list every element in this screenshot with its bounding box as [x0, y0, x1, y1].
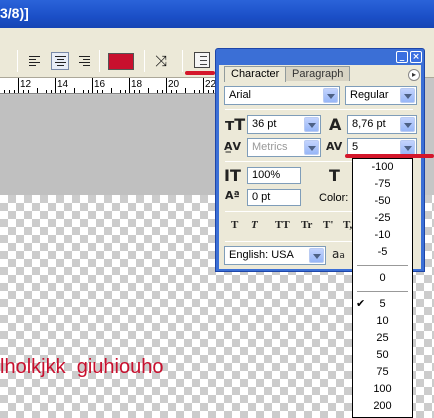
all-caps-button[interactable]: TT [275, 219, 290, 231]
antialias-icon: aa [332, 247, 345, 261]
kerning-icon: A̲V [224, 140, 242, 153]
font-style-select[interactable]: Regular [345, 86, 417, 105]
minimize-icon[interactable]: _ [396, 51, 408, 63]
chevron-down-icon[interactable] [309, 248, 324, 263]
kerning-select[interactable]: Metrics [247, 138, 321, 157]
chevron-down-icon[interactable] [304, 140, 319, 155]
window-title-bar: 3/8)] [0, 0, 434, 28]
ruler-label: 18 [131, 79, 143, 90]
options-separator [17, 50, 18, 72]
options-separator [99, 50, 100, 72]
chevron-down-icon[interactable] [323, 88, 338, 103]
canvas-pasteboard [0, 95, 222, 195]
warp-text-icon[interactable]: ⤨ [155, 52, 167, 70]
vertical-scale-icon: IT [224, 166, 241, 185]
align-right-button[interactable] [75, 52, 93, 70]
chevron-down-icon[interactable] [304, 117, 319, 132]
align-center-icon [55, 56, 66, 66]
leading-select[interactable]: 8,76 pt [347, 115, 417, 134]
tracking-option[interactable]: 100 [353, 381, 412, 398]
horizontal-ruler: 12 14 16 18 20 22 [0, 78, 222, 94]
subscript-button[interactable]: T, [343, 219, 352, 231]
ruler-label: 12 [20, 79, 32, 90]
baseline-shift-icon: Aª [225, 189, 240, 202]
dropdown-separator [357, 291, 408, 292]
small-caps-button[interactable]: Tr [301, 219, 312, 231]
tracking-dropdown-list: -100 -75 -50 -25 -10 -5 0 ✔ 5 10 25 50 7… [352, 158, 413, 418]
ruler-label: 14 [57, 79, 69, 90]
panel-separator [225, 109, 413, 110]
leading-value: 8,76 pt [352, 118, 386, 130]
color-label: Color: [319, 192, 349, 204]
baseline-shift-value: 0 pt [252, 191, 271, 203]
horizontal-scale-icon: T [329, 166, 340, 185]
language-value: English: USA [229, 249, 294, 261]
dropdown-separator [357, 265, 408, 266]
align-center-button[interactable] [51, 52, 69, 70]
align-left-button[interactable] [25, 52, 43, 70]
tracking-value: 5 [352, 141, 359, 153]
chevron-down-icon[interactable] [400, 140, 415, 155]
faux-bold-button[interactable]: T [231, 219, 238, 231]
tracking-option-selected[interactable]: 5 [353, 296, 412, 313]
chevron-down-icon[interactable] [400, 88, 415, 103]
tracking-option[interactable]: 0 [353, 270, 412, 287]
vertical-scale-value: 100% [252, 169, 281, 181]
superscript-button[interactable]: T' [323, 219, 333, 231]
tracking-option[interactable]: 75 [353, 364, 412, 381]
leading-icon: A [329, 115, 342, 134]
baseline-shift-field[interactable]: 0 pt [247, 189, 301, 206]
tracking-option[interactable]: 50 [353, 347, 412, 364]
align-left-icon [29, 56, 40, 66]
panel-menu-icon[interactable]: ▸ [408, 69, 420, 81]
tracking-option[interactable]: -75 [353, 176, 412, 193]
tab-character[interactable]: Character [224, 66, 287, 82]
font-size-select[interactable]: 36 pt [247, 115, 321, 134]
ruler-label: 16 [94, 79, 106, 90]
tracking-option[interactable]: -50 [353, 193, 412, 210]
window-title: 3/8)] [0, 5, 29, 21]
vertical-scale-field[interactable]: 100% [247, 167, 301, 184]
options-separator [182, 50, 183, 72]
font-style-value: Regular [350, 89, 389, 101]
palettes-toggle-icon[interactable] [194, 52, 210, 68]
options-dropdown-button[interactable] [0, 52, 8, 70]
language-select[interactable]: English: USA [224, 246, 326, 265]
faux-italic-button[interactable]: T [251, 219, 258, 231]
options-separator [144, 50, 145, 72]
tracking-option[interactable]: -25 [353, 210, 412, 227]
tracking-option[interactable]: 10 [353, 313, 412, 330]
font-family-select[interactable]: Arial [224, 86, 340, 105]
ruler-label: 20 [168, 79, 180, 90]
tracking-option[interactable]: 25 [353, 330, 412, 347]
font-family-value: Arial [229, 89, 252, 101]
text-color-swatch[interactable] [108, 53, 134, 70]
highlight-underline [185, 71, 215, 75]
ruler-ticks [4, 78, 214, 93]
tracking-option[interactable]: 200 [353, 398, 412, 415]
tracking-icon: AV [326, 140, 343, 153]
canvas-text-layer[interactable]: lholkjkk giuhiouho [0, 356, 163, 379]
font-size-value: 36 pt [252, 118, 277, 130]
align-right-icon [79, 56, 90, 66]
tracking-option[interactable]: -5 [353, 244, 412, 261]
tracking-option[interactable]: -100 [353, 159, 412, 176]
chevron-down-icon[interactable] [400, 117, 415, 132]
kerning-value: Metrics [252, 141, 288, 153]
font-size-icon: ᴛT [225, 115, 246, 134]
tracking-option[interactable]: -10 [353, 227, 412, 244]
tab-paragraph[interactable]: Paragraph [285, 66, 351, 81]
close-icon[interactable]: × [410, 51, 422, 63]
